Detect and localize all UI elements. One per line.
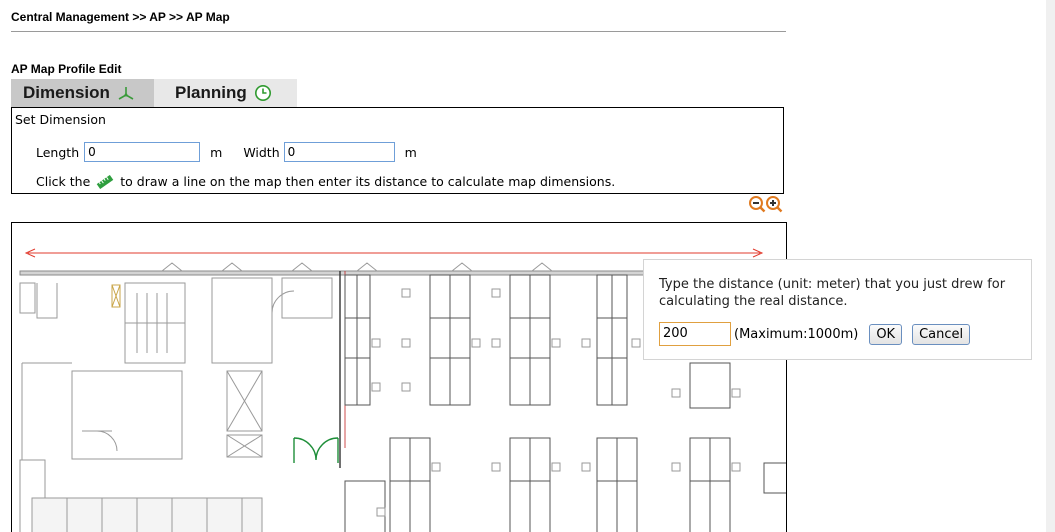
right-edge-strip: [1046, 0, 1055, 532]
tab-planning[interactable]: Planning: [154, 79, 297, 107]
header-divider: [11, 31, 786, 32]
tab-bar: Dimension Planning: [11, 79, 297, 107]
dimension-inputs-row: Length 0 m Width 0 m: [36, 142, 417, 162]
tab-dimension-label: Dimension: [23, 83, 110, 102]
dialog-controls: 200 (Maximum:1000m) OK Cancel: [659, 322, 971, 346]
instruction-suffix: to draw a line on the map then enter its…: [120, 174, 616, 189]
ok-button[interactable]: OK: [869, 323, 903, 345]
ruler-axes-icon: [117, 85, 135, 101]
section-title: AP Map Profile Edit: [11, 62, 122, 76]
zoom-out-icon[interactable]: [748, 195, 766, 213]
length-unit: m: [210, 144, 223, 160]
instruction-row: Click the to draw a line on the map then…: [36, 174, 615, 189]
max-hint: (Maximum:1000m): [734, 326, 859, 342]
tab-dimension[interactable]: Dimension: [11, 79, 154, 107]
dimension-panel: Set Dimension Length 0 m Width 0 m Click…: [11, 107, 784, 194]
distance-dialog: Type the distance (unit: meter) that you…: [643, 259, 1032, 360]
width-unit: m: [404, 144, 417, 160]
length-label: Length: [36, 144, 80, 160]
measure-line: [24, 248, 764, 258]
breadcrumb: Central Management >> AP >> AP Map: [11, 10, 230, 24]
dialog-message: Type the distance (unit: meter) that you…: [659, 277, 1006, 309]
length-input[interactable]: 0: [84, 142, 201, 162]
width-input[interactable]: 0: [283, 142, 395, 162]
instruction-prefix: Click the: [36, 174, 91, 189]
ruler-tool-icon[interactable]: [96, 174, 114, 189]
tab-planning-label: Planning: [175, 83, 247, 102]
dimension-title: Set Dimension: [15, 112, 106, 127]
zoom-in-icon[interactable]: [765, 195, 783, 213]
width-label: Width: [243, 144, 280, 160]
clock-icon: [254, 84, 272, 102]
cancel-button[interactable]: Cancel: [912, 323, 971, 345]
distance-input[interactable]: 200: [659, 322, 731, 346]
